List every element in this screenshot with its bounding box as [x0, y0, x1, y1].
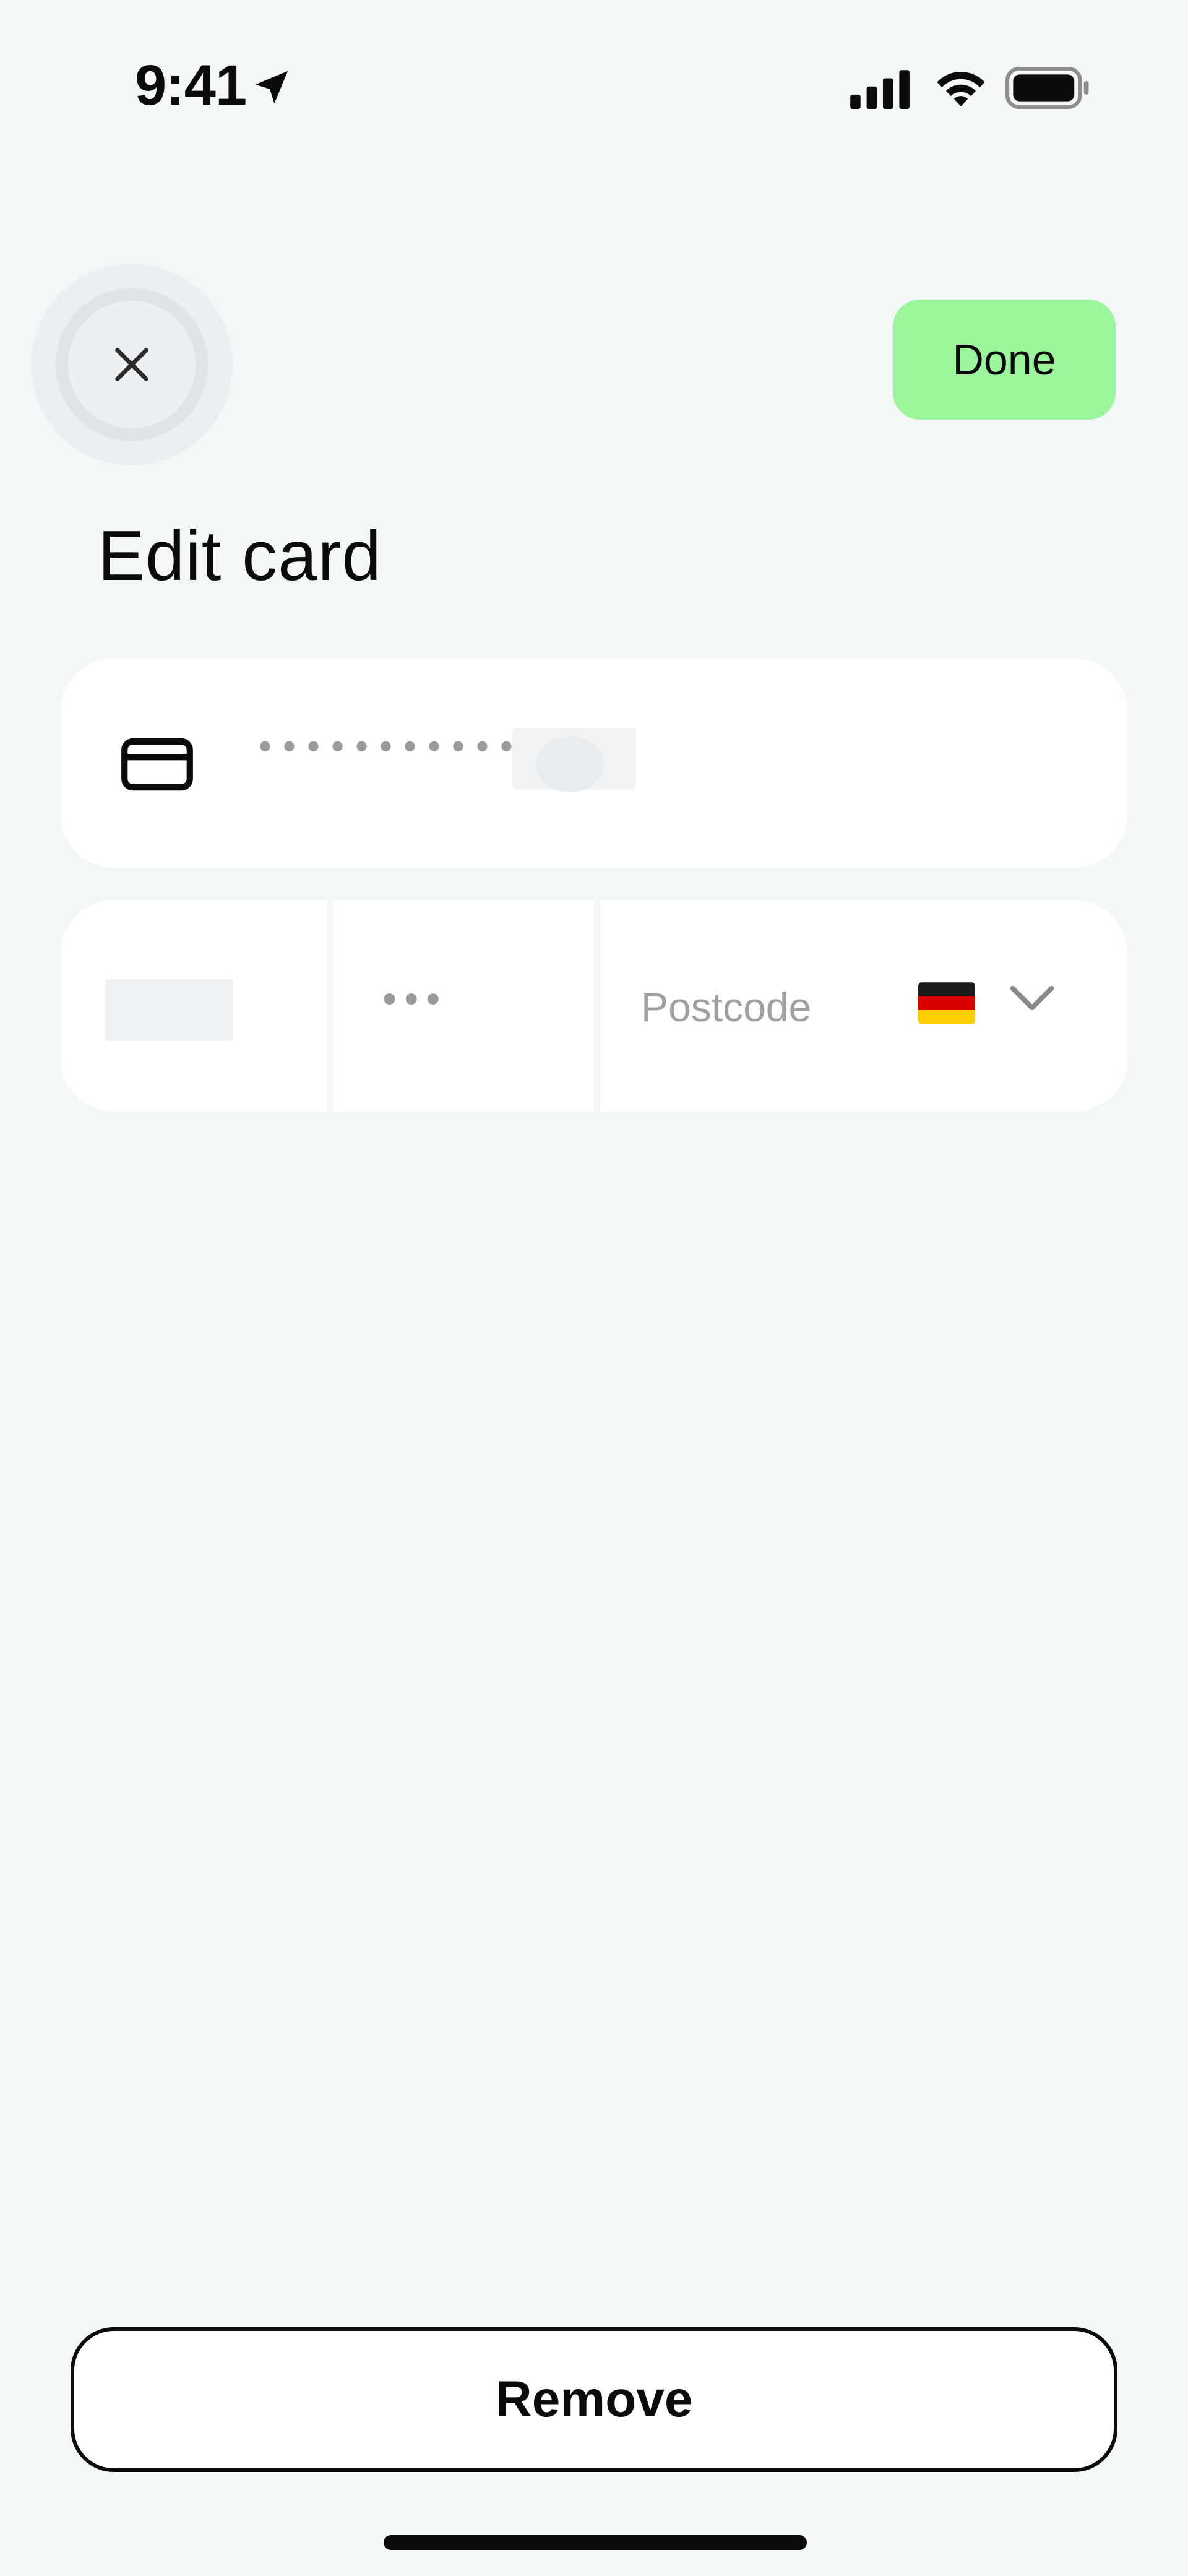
card-number-field[interactable]: ••••••••••••	[61, 659, 1127, 868]
germany-flag-icon[interactable]	[918, 982, 975, 1025]
done-button[interactable]: Done	[893, 300, 1116, 420]
cellular-signal-icon	[850, 70, 910, 109]
close-button[interactable]	[31, 264, 233, 465]
chevron-down-icon[interactable]	[1007, 980, 1057, 1018]
close-button-inner[interactable]	[68, 301, 196, 428]
wifi-icon	[937, 72, 985, 106]
field-divider	[327, 900, 333, 1112]
expiry-field-redacted[interactable]	[105, 979, 233, 1041]
battery-full-icon	[1005, 67, 1089, 109]
card-number-redacted	[512, 728, 636, 792]
home-indicator	[384, 2535, 807, 2550]
location-arrow-icon	[255, 71, 288, 104]
card-number-masked: ••••••••••••	[259, 725, 549, 767]
field-divider	[594, 900, 600, 1112]
status-time: 9:41	[135, 54, 247, 117]
page-title: Edit card	[98, 517, 382, 595]
card-details-row: •••	[61, 900, 1127, 1112]
close-icon	[115, 348, 148, 381]
credit-card-icon	[121, 738, 193, 791]
remove-card-button[interactable]: Remove	[71, 2327, 1117, 2472]
cvc-field[interactable]: •••	[382, 978, 447, 1019]
postcode-input[interactable]	[640, 969, 927, 1045]
